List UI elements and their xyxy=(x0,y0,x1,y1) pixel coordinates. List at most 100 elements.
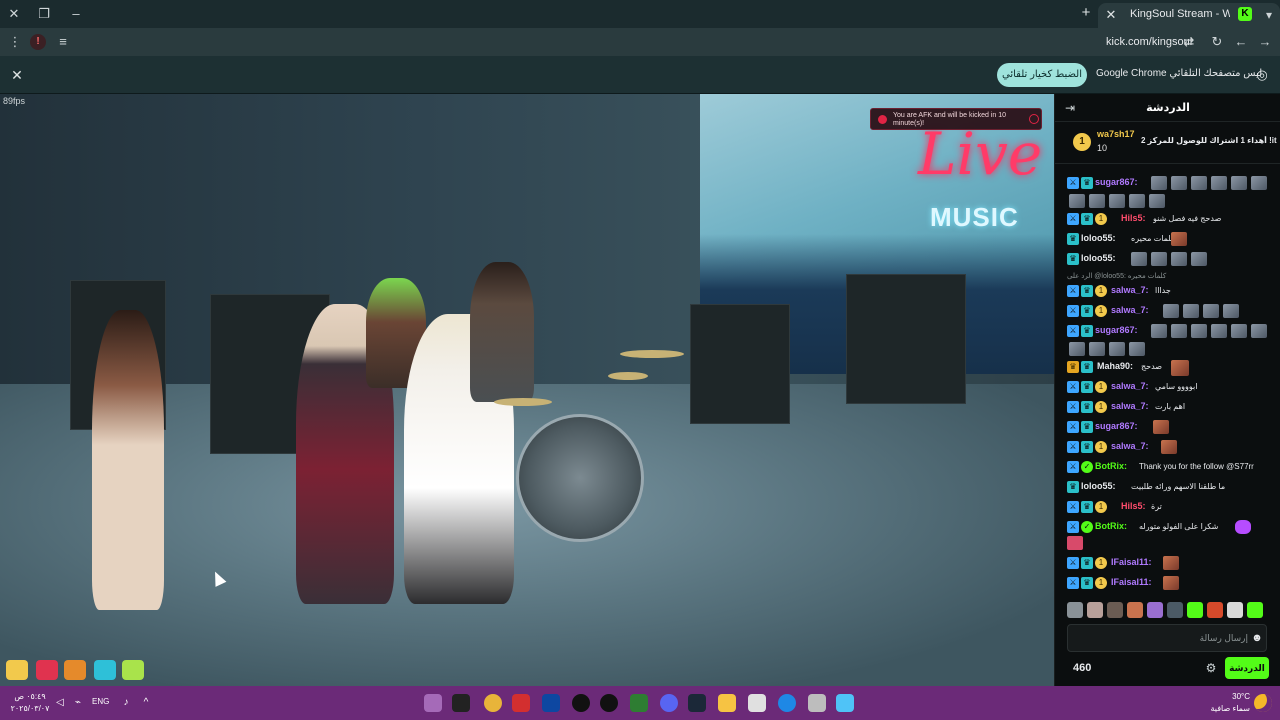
cymbal-2 xyxy=(494,398,552,406)
tab-close-icon[interactable]: ✕ xyxy=(1102,6,1120,24)
chat-message: ⚔ ♛ 1 Hils5: ترة xyxy=(1067,498,1273,518)
chat-username[interactable]: IFaisal11: xyxy=(1111,557,1152,569)
hud-water-icon xyxy=(94,660,116,680)
new-tab-icon[interactable]: + xyxy=(1078,4,1094,22)
extension-icon[interactable]: ! xyxy=(30,34,46,50)
emoji-picker-icon[interactable]: ☻ xyxy=(1250,631,1264,645)
quick-emote-icon[interactable] xyxy=(1067,602,1083,618)
weather-widget[interactable]: 30°C سماء صافية xyxy=(1204,691,1250,715)
chat-input-placeholder: إرسال رسالة xyxy=(1199,633,1248,643)
menu-dots-icon[interactable]: ⋮ xyxy=(6,33,24,51)
moderator-badge-icon: ⚔ xyxy=(1067,213,1079,225)
taskbar-clock[interactable]: ٠٥:٤٩ ص ٢٠٢٥/٠٣/٠٧ xyxy=(10,691,50,715)
quick-emote-icon[interactable] xyxy=(1227,602,1243,618)
tray-overflow-icon[interactable]: ^ xyxy=(140,697,152,709)
taskbar-app-icon[interactable] xyxy=(512,694,530,712)
store-taskbar-icon[interactable] xyxy=(748,694,766,712)
window-close-icon[interactable]: ✕ xyxy=(4,4,24,24)
chat-username[interactable]: loloo55: xyxy=(1081,481,1116,493)
chat-username[interactable]: Hils5: xyxy=(1121,213,1146,225)
chat-username[interactable]: loloo55: xyxy=(1081,233,1116,245)
quick-emote-icon[interactable] xyxy=(1147,602,1163,618)
chat-username[interactable]: Hils5: xyxy=(1121,501,1146,513)
back-icon[interactable]: ← xyxy=(1232,33,1250,51)
wave-emote-icon xyxy=(1151,324,1167,338)
taskbar-app-icon[interactable] xyxy=(808,694,826,712)
vip-badge-icon: ♛ xyxy=(1081,401,1093,413)
chat-message-emotes xyxy=(1067,536,1273,552)
hud-bell-icon xyxy=(6,660,28,680)
chat-message: ♛ loloo55: ما طلقنا الاسهم ورائه طلبيت xyxy=(1067,478,1273,498)
microphone-icon[interactable]: ♪ xyxy=(120,697,132,709)
window-minimize-icon[interactable]: – xyxy=(66,4,86,24)
chat-collapse-icon[interactable]: ⇥ xyxy=(1065,100,1081,116)
quick-emote-icon[interactable] xyxy=(1247,602,1263,618)
chat-username[interactable]: sugar867: xyxy=(1095,421,1138,433)
taskbar-app-icon[interactable] xyxy=(452,694,470,712)
taskbar-app-icon[interactable] xyxy=(630,694,648,712)
network-icon[interactable]: ⌁ xyxy=(72,697,84,709)
founder-badge-icon: ♛ xyxy=(1067,361,1079,373)
subscriber-badge-icon: 1 xyxy=(1095,577,1107,589)
quick-emote-icon[interactable] xyxy=(1107,602,1123,618)
vip-badge-icon: ♛ xyxy=(1081,441,1093,453)
chat-username[interactable]: sugar867: xyxy=(1095,177,1138,189)
quick-emote-icon[interactable] xyxy=(1167,602,1183,618)
chat-message: ⚔ ✓ BotRix: Thank you for the follow @S7… xyxy=(1067,458,1273,478)
edge-taskbar-icon[interactable] xyxy=(778,694,796,712)
wave-emote-icon xyxy=(1251,324,1267,338)
chat-username[interactable]: salwa_7: xyxy=(1111,441,1149,453)
reading-list-icon[interactable]: ≡ xyxy=(54,33,72,51)
input-language[interactable]: ENG xyxy=(92,697,112,709)
set-default-button[interactable]: الضبط كخيار تلقائي xyxy=(997,63,1087,87)
moderator-badge-icon: ⚔ xyxy=(1067,461,1079,473)
site-settings-icon[interactable]: ⇄ xyxy=(1180,33,1198,51)
start-button-icon[interactable] xyxy=(836,694,854,712)
stream-video[interactable]: Live MUSIC 89fps You are AFK and will be… xyxy=(0,94,1054,686)
subscriber-badge-icon: 1 xyxy=(1095,441,1107,453)
chat-username[interactable]: salwa_7: xyxy=(1111,401,1149,413)
chat-input[interactable]: إرسال رسالة ☻ xyxy=(1067,624,1267,652)
window-restore-icon[interactable]: ❐ xyxy=(34,4,54,24)
vip-badge-icon: ♛ xyxy=(1081,381,1093,393)
quick-emote-icon[interactable] xyxy=(1187,602,1203,618)
channel-points[interactable]: 460 xyxy=(1073,662,1113,676)
quick-emote-icon[interactable] xyxy=(1207,602,1223,618)
pinned-gift-banner[interactable]: 1 wa7sh17 10 أهداء 1 اشتراك للوصول للمرك… xyxy=(1055,124,1280,164)
chat-username[interactable]: loloo55: xyxy=(1081,253,1116,265)
forward-icon[interactable]: → xyxy=(1256,33,1274,51)
quick-emote-icon[interactable] xyxy=(1087,602,1103,618)
wave-emote-icon xyxy=(1069,342,1085,356)
chat-username[interactable]: BotRix: xyxy=(1095,521,1127,533)
music-sign: MUSIC xyxy=(930,202,1019,232)
weather-desc: سماء صافية xyxy=(1210,704,1250,713)
fps-counter: 89fps xyxy=(3,96,26,106)
chrome-taskbar-icon[interactable] xyxy=(484,694,502,712)
taskbar-app-icon[interactable] xyxy=(600,694,618,712)
browser-tab[interactable]: ✕ KingSoul Stream - Watch Li K ▾ xyxy=(1098,3,1280,28)
chat-username[interactable]: sugar867: xyxy=(1095,325,1138,337)
taskbar-app-icon[interactable] xyxy=(572,694,590,712)
steam-taskbar-icon[interactable] xyxy=(688,694,706,712)
chat-username[interactable]: salwa_7: xyxy=(1111,381,1149,393)
infobar-close-icon[interactable]: ✕ xyxy=(8,66,26,84)
chat-send-button[interactable]: الدردشة xyxy=(1225,657,1269,679)
pinned-user: wa7sh17 xyxy=(1097,129,1135,139)
chat-username[interactable]: salwa_7: xyxy=(1111,285,1149,297)
quick-emote-icon[interactable] xyxy=(1127,602,1143,618)
file-explorer-icon[interactable] xyxy=(718,694,736,712)
discord-taskbar-icon[interactable] xyxy=(660,694,678,712)
speaker-icon[interactable]: ◁ xyxy=(54,697,66,709)
reload-icon[interactable]: ↻ xyxy=(1208,33,1226,51)
taskbar-app-icon[interactable] xyxy=(424,694,442,712)
omnibox[interactable]: kick.com/kingsoul xyxy=(86,30,1196,54)
taskbar-app-icon[interactable] xyxy=(542,694,560,712)
afk-close-icon[interactable] xyxy=(1029,114,1039,124)
chat-settings-icon[interactable]: ⚙ xyxy=(1203,660,1219,676)
chat-username[interactable]: BotRix: xyxy=(1095,461,1127,473)
chat-username[interactable]: salwa_7: xyxy=(1111,305,1149,317)
chat-username[interactable]: Maha90: xyxy=(1097,361,1133,373)
chat-username[interactable]: IFaisal11: xyxy=(1111,577,1152,589)
chat-messages[interactable]: ⚔ ♛ sugar867: ⚔ ♛ 1 Hils5: صدحج فيه فصل … xyxy=(1055,170,1277,594)
tab-search-icon[interactable]: ▾ xyxy=(1260,6,1278,24)
